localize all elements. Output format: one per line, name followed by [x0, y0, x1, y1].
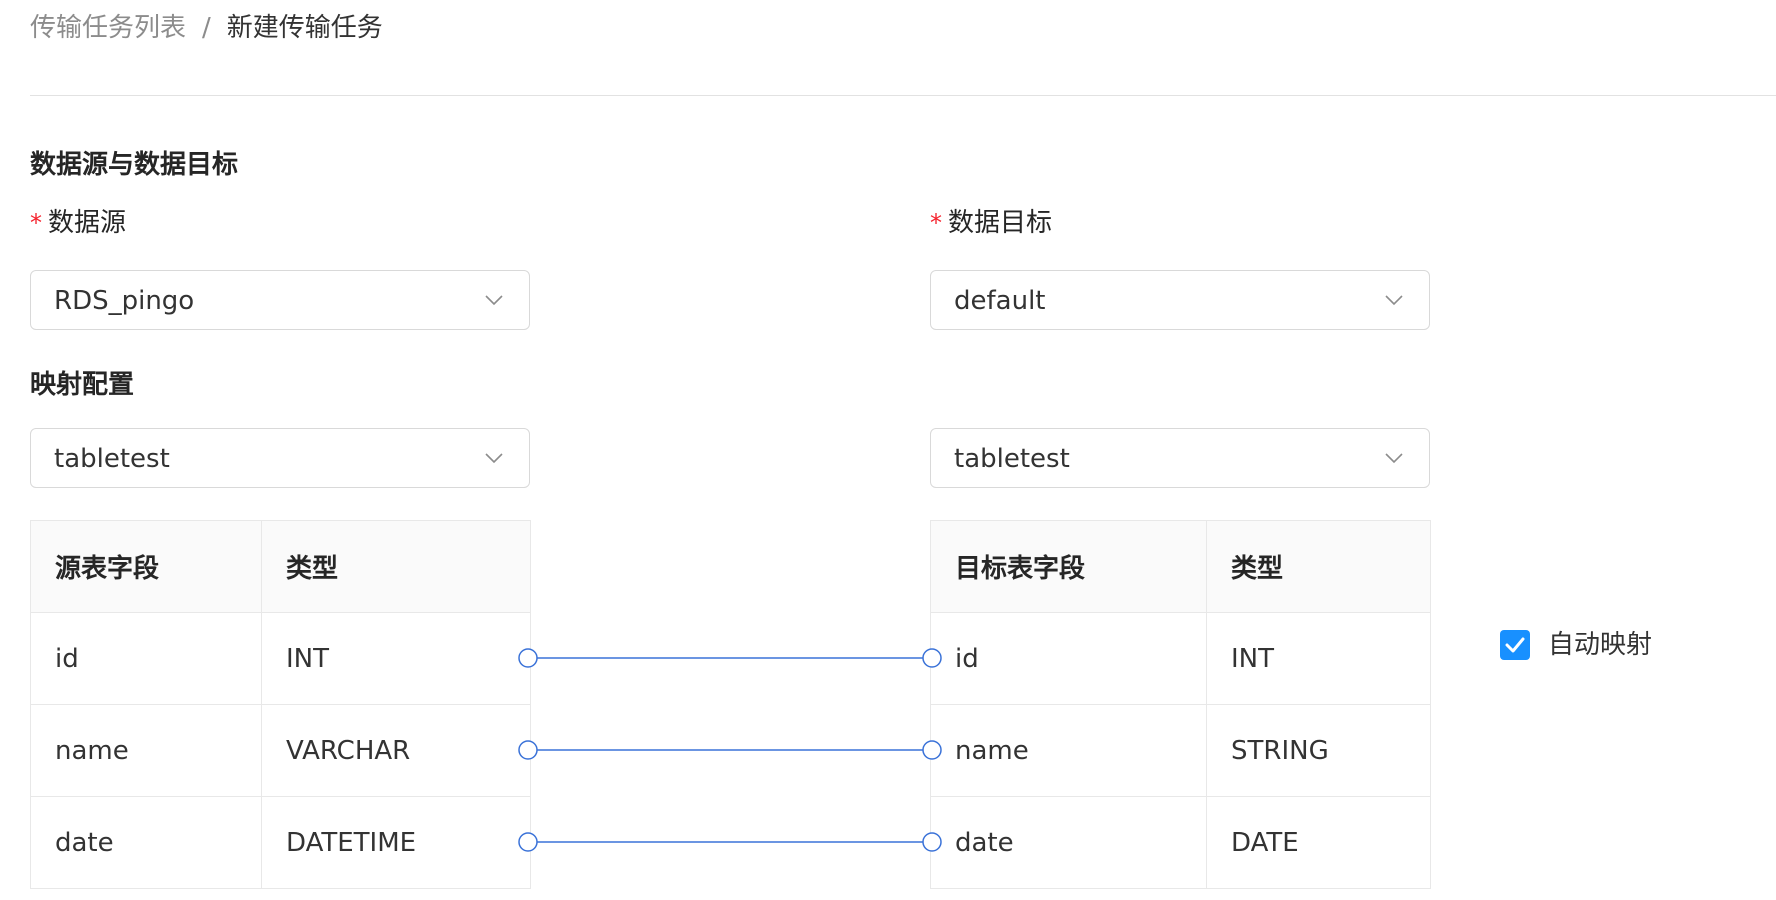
table-row: date DATETIME [30, 796, 531, 889]
breadcrumb-link-task-list[interactable]: 传输任务列表 [30, 13, 186, 43]
chevron-down-icon [485, 453, 503, 464]
table-header-row: 目标表字段 类型 [930, 520, 1431, 613]
source-label: * 数据源 [30, 206, 126, 240]
target-fields-table: 目标表字段 类型 id INT name STRING date DATE [930, 520, 1431, 889]
breadcrumb: 传输任务列表 / 新建传输任务 [30, 10, 383, 46]
target-field-cell: name [930, 704, 1207, 797]
source-label-text: 数据源 [48, 208, 127, 238]
table-row: name VARCHAR [30, 704, 531, 797]
check-icon [1505, 637, 1525, 653]
chevron-down-icon [1385, 295, 1403, 306]
required-mark: * [930, 209, 942, 237]
source-field-cell: name [30, 704, 262, 797]
table-row: name STRING [930, 704, 1431, 797]
column-header: 目标表字段 [930, 520, 1207, 613]
header-divider [30, 95, 1776, 96]
source-select[interactable]: RDS_pingo [30, 270, 530, 330]
connector-name[interactable] [518, 740, 942, 760]
target-select[interactable]: default [930, 270, 1430, 330]
source-table-select[interactable]: tabletest [30, 428, 530, 488]
source-select-value: RDS_pingo [54, 286, 195, 316]
table-row: date DATE [930, 796, 1431, 889]
target-field-cell: id [930, 612, 1207, 705]
chevron-down-icon [1385, 453, 1403, 464]
table-row: id INT [930, 612, 1431, 705]
source-type-cell: VARCHAR [261, 704, 531, 797]
target-type-cell: INT [1206, 612, 1431, 705]
source-type-cell: DATETIME [261, 796, 531, 889]
section-title-mapping: 映射配置 [30, 370, 135, 400]
target-type-cell: DATE [1206, 796, 1431, 889]
chevron-down-icon [485, 295, 503, 306]
target-table-value: tabletest [954, 444, 1070, 474]
column-header: 类型 [1206, 520, 1431, 613]
section-title-source-target: 数据源与数据目标 [30, 150, 239, 180]
column-header: 源表字段 [30, 520, 262, 613]
target-type-cell: STRING [1206, 704, 1431, 797]
target-field-cell: date [930, 796, 1207, 889]
source-type-cell: INT [261, 612, 531, 705]
auto-map-checkbox[interactable] [1500, 630, 1530, 660]
source-fields-table: 源表字段 类型 id INT name VARCHAR date DATETIM… [30, 520, 531, 889]
table-header-row: 源表字段 类型 [30, 520, 531, 613]
connector-id[interactable] [518, 648, 942, 668]
target-select-value: default [954, 286, 1046, 316]
breadcrumb-current: 新建传输任务 [226, 13, 383, 43]
target-label-text: 数据目标 [948, 208, 1053, 238]
source-field-cell: date [30, 796, 262, 889]
breadcrumb-separator: / [202, 13, 211, 43]
column-header: 类型 [261, 520, 531, 613]
required-mark: * [30, 209, 42, 237]
connector-date[interactable] [518, 832, 942, 852]
target-table-select[interactable]: tabletest [930, 428, 1430, 488]
table-row: id INT [30, 612, 531, 705]
auto-map-label[interactable]: 自动映射 [1548, 628, 1652, 662]
source-field-cell: id [30, 612, 262, 705]
source-table-value: tabletest [54, 444, 170, 474]
target-label: * 数据目标 [930, 206, 1052, 240]
